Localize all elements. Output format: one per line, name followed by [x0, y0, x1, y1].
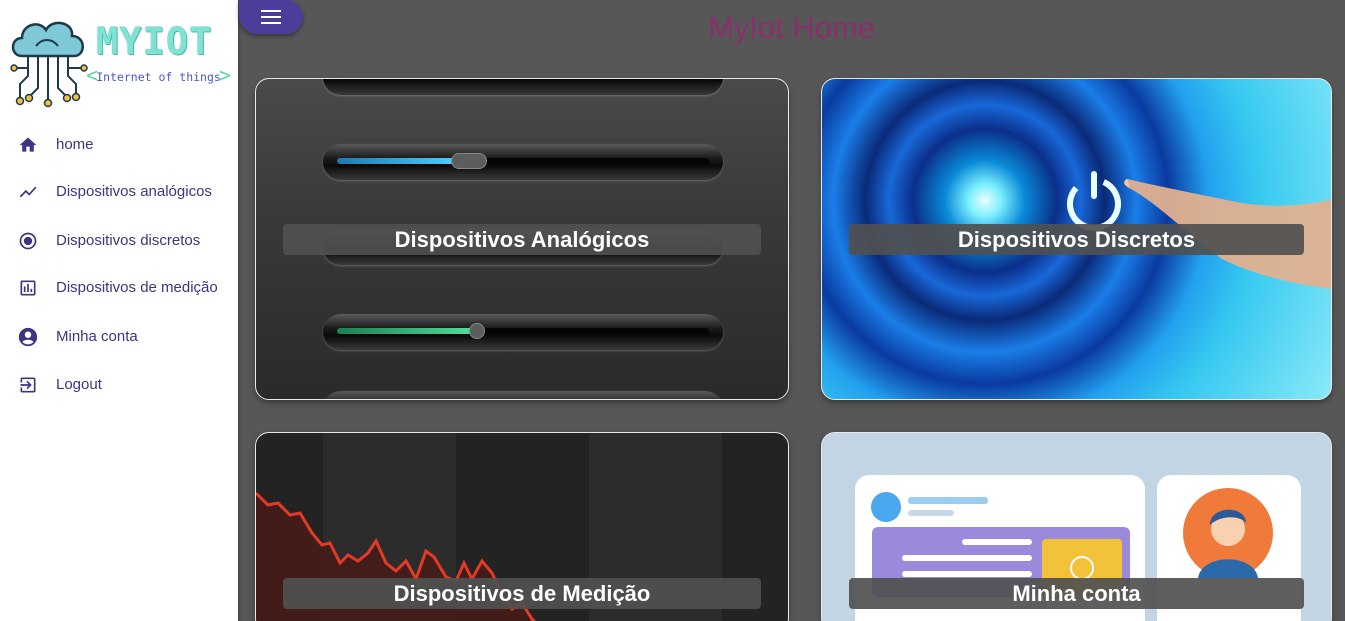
slider-graphic [323, 79, 723, 95]
cloud-circuit-icon [10, 21, 88, 108]
card-label: Dispositivos de Medição [283, 578, 761, 609]
sidebar-item-analog[interactable]: Dispositivos analógicos [0, 172, 238, 212]
slider-graphic [323, 144, 723, 180]
card-measurement-devices[interactable]: Dispositivos de Medição [255, 432, 789, 621]
bar-chart-icon [17, 277, 39, 299]
sidebar-item-label: Minha conta [56, 328, 138, 345]
slider-graphic [323, 391, 723, 399]
card-label: Dispositivos Discretos [849, 224, 1304, 255]
sidebar-item-measurement[interactable]: Dispositivos de medição [0, 268, 238, 308]
card-analog-devices[interactable]: Dispositivos Analógicos [255, 78, 789, 400]
sidebar-item-label: Dispositivos discretos [56, 232, 201, 249]
sidebar-item-label: home [56, 136, 94, 153]
card-label: Dispositivos Analógicos [283, 224, 761, 255]
logo-title: MYIOT [96, 20, 213, 63]
sidebar-item-label: Dispositivos de medição [56, 279, 218, 296]
bracket-right-icon: > [218, 63, 231, 87]
bracket-left-icon: < [86, 63, 99, 87]
trending-icon [17, 181, 39, 203]
myiot-logo[interactable]: MYIOT < Internet of things > [8, 12, 233, 108]
logout-icon [17, 374, 39, 396]
slider-graphic [323, 314, 723, 350]
home-icon [17, 134, 39, 156]
sidebar-item-home[interactable]: home [0, 134, 238, 156]
sidebar-item-account[interactable]: Minha conta [0, 326, 238, 348]
sidebar-item-discrete[interactable]: Dispositivos discretos [0, 230, 238, 252]
card-my-account[interactable]: Minha conta [821, 432, 1332, 621]
sidebar-item-label: Logout [56, 376, 102, 393]
card-discrete-devices[interactable]: Dispositivos Discretos [821, 78, 1332, 400]
logo-subtitle-wrap: < Internet of things > [86, 63, 231, 87]
radio-button-icon [17, 230, 39, 252]
page-title: MyIot Home [707, 10, 876, 45]
account-circle-icon [17, 326, 39, 348]
sidebar: MYIOT < Internet of things > home Dispos… [0, 0, 238, 621]
card-label: Minha conta [849, 578, 1304, 609]
sidebar-item-label: Dispositivos analógicos [56, 183, 212, 200]
sidebar-item-logout[interactable]: Logout [0, 374, 238, 396]
logo-subtitle: Internet of things [96, 70, 221, 84]
